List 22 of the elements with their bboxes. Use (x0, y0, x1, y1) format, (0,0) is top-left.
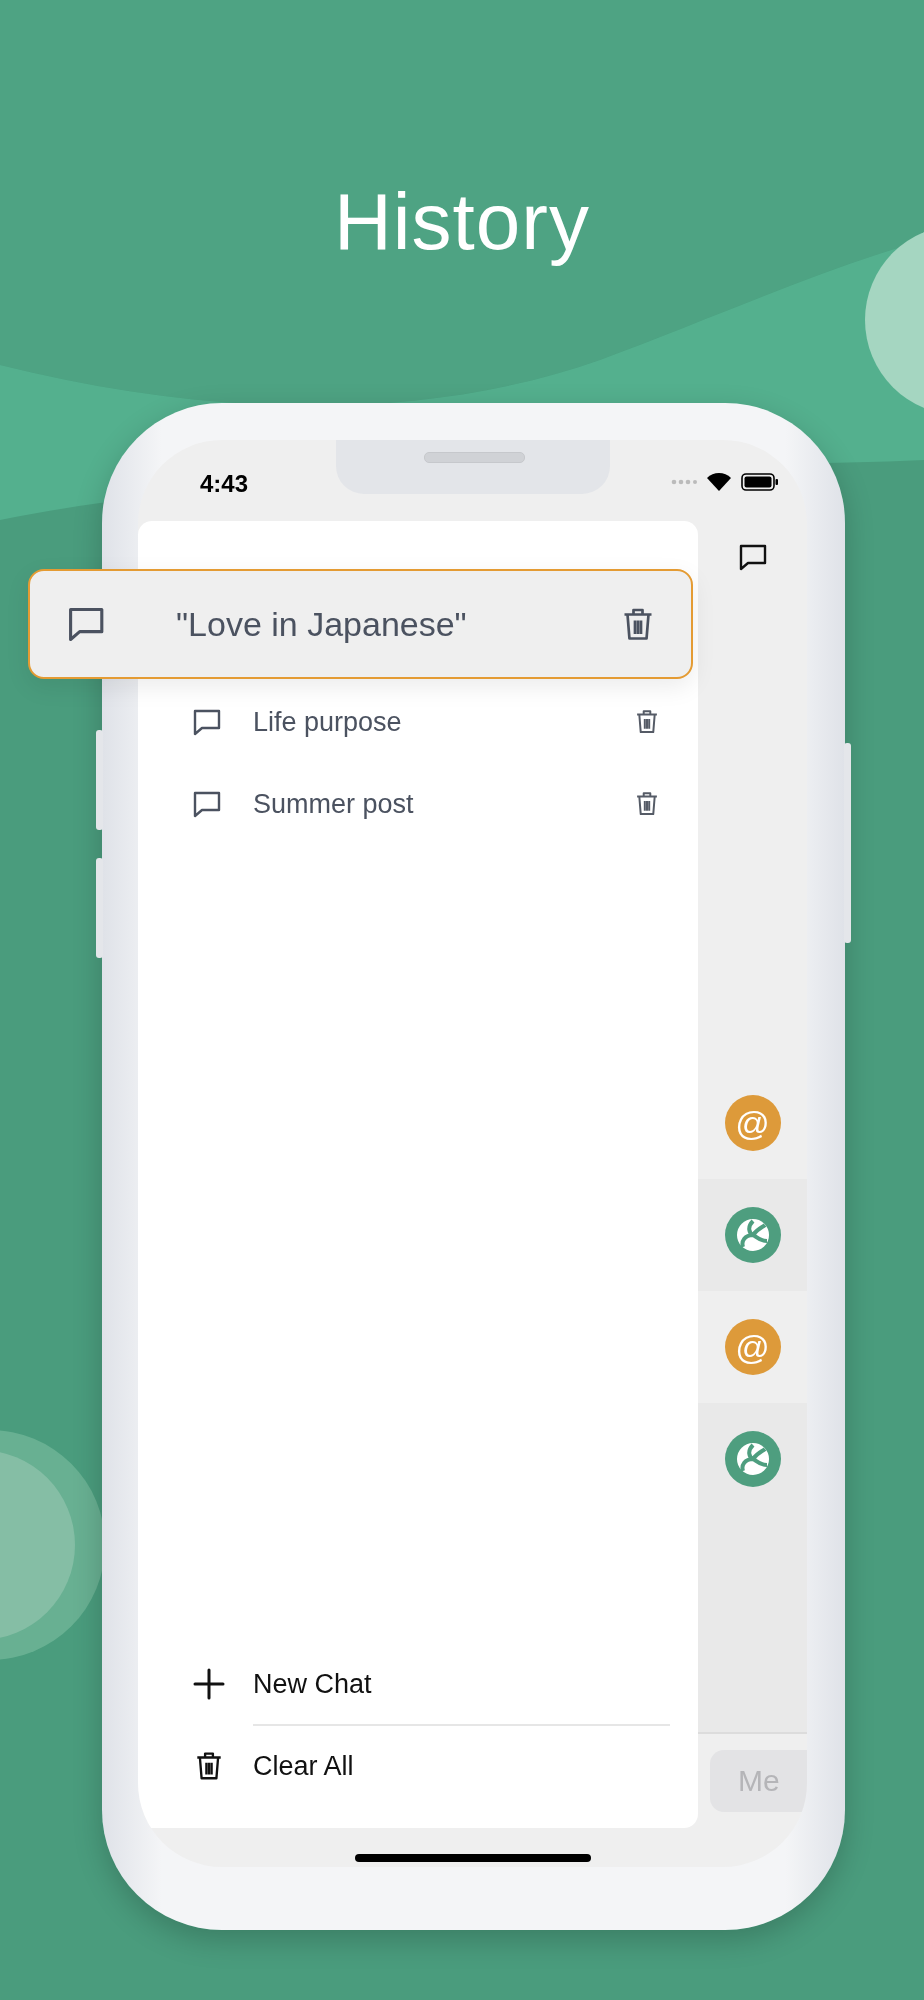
user-avatar: @ (724, 1319, 781, 1375)
trash-icon[interactable] (623, 606, 653, 642)
battery-icon (741, 473, 779, 491)
clear-all-item[interactable]: Clear All (193, 1726, 670, 1806)
swirl-avatar (724, 1431, 781, 1487)
new-chat-item[interactable]: New Chat (193, 1644, 670, 1724)
selected-history-item[interactable]: "Love in Japanese" (28, 569, 693, 679)
status-time: 4:43 (200, 470, 249, 498)
chat-bubble-icon (193, 790, 221, 818)
new-chat-icon (738, 544, 767, 571)
trash-icon[interactable] (636, 791, 658, 817)
history-item[interactable]: Life purpose (138, 681, 698, 763)
trash-icon[interactable] (636, 709, 658, 735)
trash-icon[interactable] (196, 1751, 222, 1781)
plus-icon (193, 1668, 225, 1700)
user-avatar: @ (724, 1095, 781, 1151)
chat-bubble-icon (193, 708, 221, 736)
history-item[interactable]: Summer post (138, 763, 698, 845)
swirl-avatar (724, 1207, 781, 1263)
chat-bubble-icon (68, 606, 105, 642)
wifi-icon (706, 472, 732, 492)
signal-icon (671, 479, 697, 485)
